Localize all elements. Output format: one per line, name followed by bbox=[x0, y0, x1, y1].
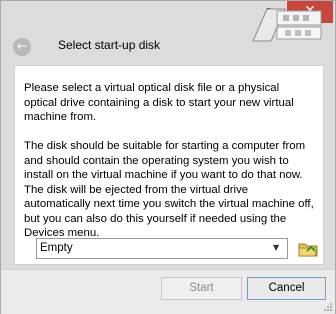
resize-grip-icon[interactable] bbox=[323, 302, 333, 312]
watermark-logo bbox=[252, 8, 322, 42]
back-arrow-icon: ← bbox=[16, 39, 28, 53]
start-button[interactable]: Start bbox=[161, 277, 242, 300]
create-vm-dialog: ? ✕ ← Select start-up disk Please select… bbox=[0, 0, 336, 314]
disk-select-value: Empty bbox=[40, 242, 73, 254]
chevron-down-icon[interactable]: ▼ bbox=[273, 243, 283, 253]
cancel-button[interactable]: Cancel bbox=[247, 277, 326, 300]
page-title: Select start-up disk bbox=[58, 38, 161, 52]
back-button[interactable]: ← bbox=[13, 38, 31, 56]
folder-icon[interactable] bbox=[297, 239, 319, 259]
description-paragraph-2: The disk should be suitable for starting… bbox=[24, 140, 314, 239]
disk-select-dropdown[interactable]: Empty ▼ bbox=[36, 238, 288, 259]
description-paragraph-1: Please select a virtual optical disk fil… bbox=[24, 82, 294, 123]
